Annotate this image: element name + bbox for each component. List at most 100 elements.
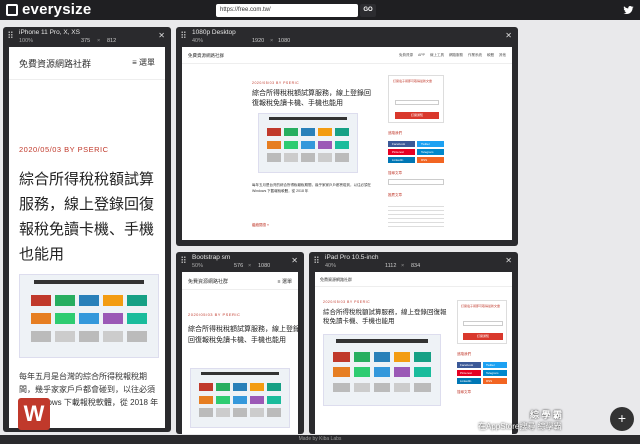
- desktop-nav: 免費資源 APP 線上工具 網路服務 作業系統 軟體 其他: [399, 53, 506, 58]
- divider: [182, 63, 512, 64]
- social-grid: Facebook Twitter Pinterest Telegram Link…: [457, 362, 507, 384]
- email-field[interactable]: [395, 100, 439, 105]
- drag-handle-icon[interactable]: [314, 256, 319, 264]
- panel-header: iPhone 11 Pro, X, XS 100% 375 × 812 ✕: [3, 27, 171, 47]
- nav-item[interactable]: 軟體: [487, 53, 494, 58]
- article-title[interactable]: 綜合所得稅稅額試算服務，線上登錄回復報稅免讀卡機、手機也能用: [323, 308, 451, 326]
- viewport: 免費資源網路社群 ≡ 選單 2020/05/03 BY PSERIC 綜合所得稅…: [9, 47, 165, 428]
- width-field[interactable]: 1112: [385, 263, 396, 269]
- search-title: 搜尋文章: [457, 390, 471, 394]
- social-rss[interactable]: RSS: [483, 378, 507, 384]
- watermark-caption: 綜 學 霸: [530, 410, 563, 420]
- post-date[interactable]: 2020/05/03 BY PSERIC: [323, 300, 370, 304]
- times-label: ×: [270, 38, 274, 44]
- social-title: 追蹤我們: [457, 352, 471, 356]
- divider: [9, 79, 165, 80]
- close-icon[interactable]: ✕: [158, 31, 165, 40]
- site-name[interactable]: 免費資源網路社群: [19, 57, 91, 70]
- viewport: 免費資源網路社群 ≡ 選單 2020/05/03 BY PSERIC 綜合所得稅…: [182, 272, 298, 434]
- social-pinterest[interactable]: Pinterest: [388, 149, 415, 155]
- app-logo[interactable]: everysize: [6, 1, 92, 18]
- times-label: ×: [248, 263, 252, 269]
- article-title[interactable]: 綜合所得稅稅額試算服務，線上登錄回復報稅免讀卡機、手機也能用: [19, 167, 159, 267]
- nav-item[interactable]: 網路服務: [449, 53, 463, 58]
- panel-title: Bootstrap sm: [192, 254, 231, 261]
- subscribe-title: 訂閱電子報即可取得最新文章: [393, 79, 433, 83]
- article-title[interactable]: 綜合所得稅稅額試算服務，線上登錄回復報稅免讀卡機、手機也能用: [188, 324, 298, 346]
- article-thumbnail[interactable]: [190, 368, 290, 428]
- read-more-link[interactable]: 繼續閱讀 »: [252, 223, 269, 228]
- recommend-list: [388, 203, 444, 227]
- times-label: ×: [401, 263, 405, 269]
- height-field[interactable]: 834: [411, 263, 420, 269]
- nav-item[interactable]: 線上工具: [430, 53, 444, 58]
- subscribe-button[interactable]: 訂閱通知: [395, 112, 439, 119]
- logo-icon: [6, 4, 18, 16]
- menu-label: 選單: [281, 279, 292, 285]
- subscribe-button[interactable]: 訂閱通知: [463, 333, 503, 340]
- close-icon[interactable]: ✕: [505, 31, 512, 40]
- social-rss[interactable]: RSS: [417, 157, 444, 163]
- panel-title: iPad Pro 10.5-inch: [325, 254, 379, 261]
- nav-item[interactable]: 作業系統: [468, 53, 482, 58]
- menu-button[interactable]: ≡ 選單: [132, 57, 155, 68]
- nav-item[interactable]: APP: [418, 53, 425, 58]
- article-thumbnail[interactable]: [19, 274, 159, 358]
- twitter-icon[interactable]: [622, 4, 634, 16]
- viewport: 免費資源網路社群 免費資源 APP 線上工具 網路服務 作業系統 軟體 其他 2…: [182, 47, 512, 240]
- top-bar: everysize https://free.com.tw/ GO: [0, 0, 640, 20]
- site-name[interactable]: 免費資源網路社群: [320, 277, 352, 283]
- article-body: 每年五月是台灣的綜合所得稅報稅期間，幾乎家家戶戶都會碰到，以往必須在 Windo…: [252, 183, 371, 193]
- device-panel-ipad-pro: iPad Pro 10.5-inch 40% 1112 × 834 ✕ 免費資源…: [309, 252, 518, 434]
- article-thumbnail[interactable]: [323, 334, 441, 406]
- height-field[interactable]: 1080: [258, 263, 270, 269]
- social-twitter[interactable]: Twitter: [483, 362, 507, 368]
- divider: [182, 289, 298, 290]
- site-name[interactable]: 免費資源網路社群: [188, 278, 228, 285]
- height-field[interactable]: 1080: [278, 38, 290, 44]
- drag-handle-icon[interactable]: [8, 31, 13, 39]
- email-field[interactable]: [463, 321, 503, 326]
- post-date[interactable]: 2020/05/03 BY PSERIC: [252, 81, 299, 85]
- social-telegram[interactable]: Telegram: [483, 370, 507, 376]
- post-date[interactable]: 2020/05/03 BY PSERIC: [188, 312, 240, 317]
- social-twitter[interactable]: Twitter: [417, 141, 444, 147]
- device-panel-bootstrap-sm: Bootstrap sm 50% 576 × 1080 ✕ 免費資源網路社群 ≡…: [176, 252, 304, 434]
- zoom-value[interactable]: 40%: [325, 263, 336, 269]
- site-name[interactable]: 免費資源網路社群: [188, 53, 224, 59]
- nav-item[interactable]: 其他: [499, 53, 506, 58]
- width-field[interactable]: 375: [81, 38, 90, 44]
- width-field[interactable]: 576: [234, 263, 243, 269]
- device-panel-iphone: iPhone 11 Pro, X, XS 100% 375 × 812 ✕ 免費…: [3, 27, 171, 432]
- article-title[interactable]: 綜合所得稅稅額試算服務，線上登錄回復報稅免讀卡機、手機也能用: [252, 89, 372, 109]
- go-button[interactable]: GO: [360, 4, 376, 17]
- social-linkedin[interactable]: LinkedIn: [457, 378, 481, 384]
- menu-button[interactable]: ≡ 選單: [278, 278, 292, 285]
- social-facebook[interactable]: Facebook: [457, 362, 481, 368]
- drag-handle-icon[interactable]: [181, 31, 186, 39]
- panel-title: iPhone 11 Pro, X, XS: [19, 29, 80, 36]
- social-linkedin[interactable]: LinkedIn: [388, 157, 415, 163]
- nav-item[interactable]: 免費資源: [399, 53, 413, 58]
- app-name: everysize: [22, 1, 92, 18]
- add-device-button[interactable]: +: [610, 407, 634, 431]
- device-panel-desktop: 1080p Desktop 40% 1920 × 1080 ✕ 免費資源網路社群…: [176, 27, 518, 246]
- search-input[interactable]: [388, 179, 444, 185]
- social-telegram[interactable]: Telegram: [417, 149, 444, 155]
- viewport: 免費資源網路社群 2020/05/03 BY PSERIC 綜合所得稅稅額試算服…: [315, 272, 512, 434]
- social-pinterest[interactable]: Pinterest: [457, 370, 481, 376]
- url-input[interactable]: https://free.com.tw/: [216, 4, 358, 17]
- social-facebook[interactable]: Facebook: [388, 141, 415, 147]
- zoom-value[interactable]: 50%: [192, 263, 203, 269]
- zoom-value[interactable]: 100%: [19, 38, 33, 44]
- width-field[interactable]: 1920: [252, 38, 264, 44]
- search-title: 搜尋文章: [388, 171, 402, 175]
- close-icon[interactable]: ✕: [291, 256, 298, 265]
- drag-handle-icon[interactable]: [181, 256, 186, 264]
- post-date[interactable]: 2020/05/03 BY PSERIC: [19, 145, 109, 154]
- close-icon[interactable]: ✕: [505, 256, 512, 265]
- article-thumbnail[interactable]: [258, 113, 358, 173]
- zoom-value[interactable]: 40%: [192, 38, 203, 44]
- height-field[interactable]: 812: [107, 38, 116, 44]
- panel-title: 1080p Desktop: [192, 29, 236, 36]
